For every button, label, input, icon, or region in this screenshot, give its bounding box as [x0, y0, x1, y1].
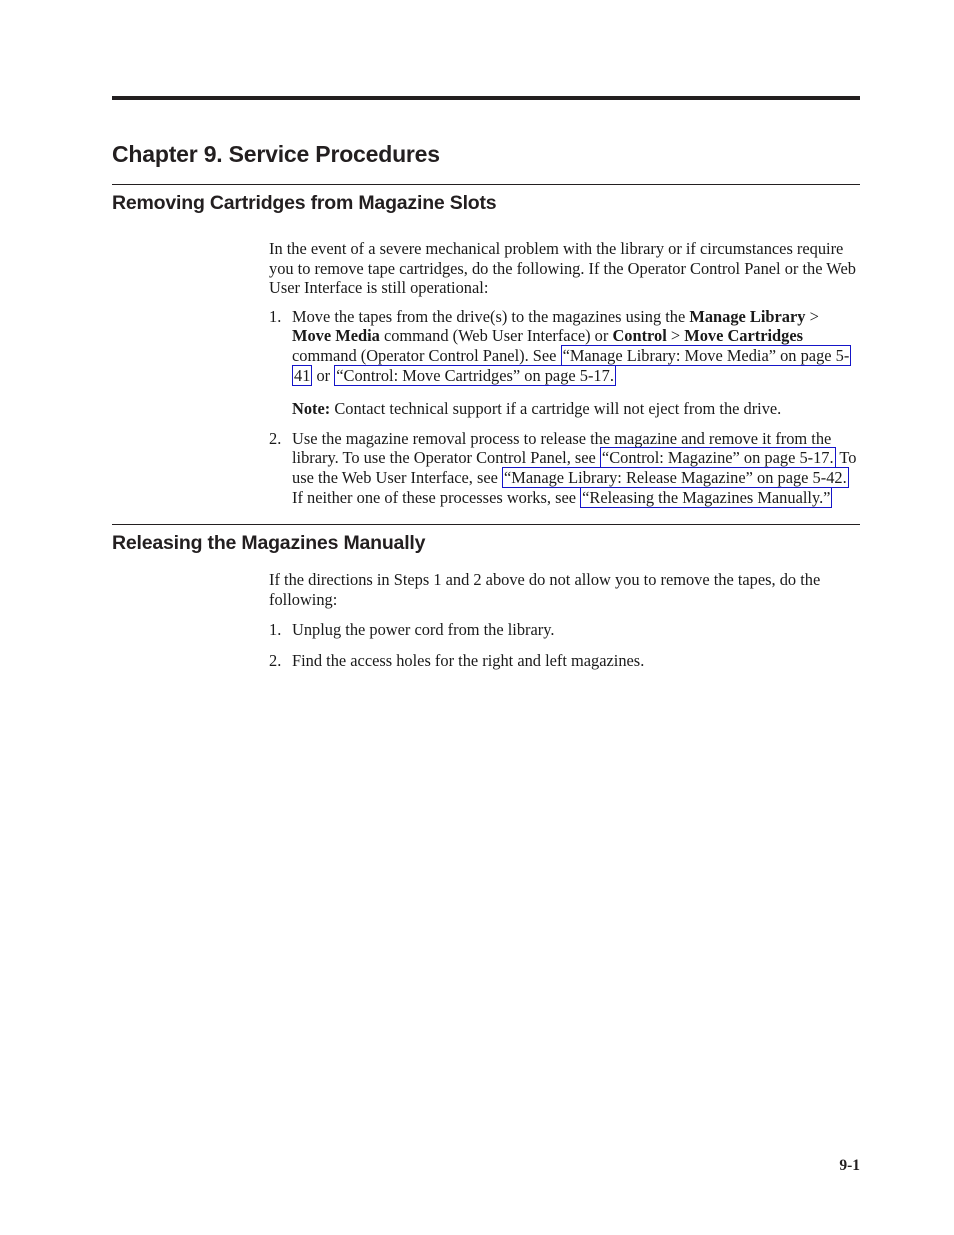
step-bold-manage-library: Manage Library: [689, 306, 806, 326]
list-marker: 2.: [269, 428, 282, 448]
step-text: >: [666, 326, 685, 346]
section-1-intro: In the event of a severe mechanical prob…: [269, 239, 856, 298]
step-text: >: [805, 306, 819, 326]
step-bold-move-media: Move Media: [292, 326, 380, 346]
link-control-magazine[interactable]: “Control: Magazine” on page 5-17.: [599, 447, 836, 469]
step-bold-move-cartridges: Move Cartridges: [684, 326, 804, 346]
list-item-step-1: 1. Move the tapes from the drive(s) to t…: [269, 306, 861, 386]
step-text: command (Web User Interface) or: [379, 326, 613, 346]
step-text: If neither one of these processes works,…: [292, 487, 581, 507]
page-number-folio: 9-1: [839, 1157, 860, 1174]
step-text: command (Operator Control Panel). See: [292, 345, 561, 365]
section-heading-removing-cartridges: Removing Cartridges from Magazine Slots: [112, 192, 497, 214]
section-heading-releasing-magazines: Releasing the Magazines Manually: [112, 532, 426, 554]
note-label: Note:: [292, 399, 331, 419]
section-1-body: In the event of a severe mechanical prob…: [269, 239, 861, 508]
section-rule-2: [112, 524, 860, 525]
note-text: Contact technical support if a cartridge…: [334, 399, 782, 419]
list-marker: 1.: [269, 620, 282, 640]
step-text: or: [312, 365, 335, 385]
list-item-manual-step-1: 1. Unplug the power cord from the librar…: [269, 620, 861, 640]
list-marker: 2.: [269, 650, 282, 670]
page-top-rule: [112, 96, 860, 100]
link-releasing-the-magazines-manually[interactable]: “Releasing the Magazines Manually.”: [580, 486, 833, 508]
section-2-intro: If the directions in Steps 1 and 2 above…: [269, 570, 821, 609]
section-2-body: If the directions in Steps 1 and 2 above…: [269, 570, 861, 670]
document-page: Chapter 9. Service Procedures Removing C…: [0, 0, 954, 1235]
manual-step-1-text: Unplug the power cord from the library.: [292, 620, 555, 640]
step-2-content: Use the magazine removal process to rele…: [292, 429, 856, 508]
section-rule-1: [112, 184, 860, 185]
manual-step-2-text: Find the access holes for the right and …: [292, 650, 645, 670]
list-item-manual-step-2: 2. Find the access holes for the right a…: [269, 651, 861, 671]
list-marker: 1.: [269, 306, 282, 326]
step-text: Move the tapes from the drive(s) to the …: [292, 306, 690, 326]
note-block: Note: Contact technical support if a car…: [269, 399, 861, 419]
list-item-step-2: 2. Use the magazine removal process to r…: [269, 428, 861, 508]
link-control-move-cartridges[interactable]: “Control: Move Cartridges” on page 5-17.: [334, 364, 616, 386]
step-1-content: Move the tapes from the drive(s) to the …: [292, 306, 852, 386]
link-manage-library-release-magazine[interactable]: “Manage Library: Release Magazine” on pa…: [502, 466, 849, 488]
chapter-title: Chapter 9. Service Procedures: [112, 141, 440, 167]
step-bold-control: Control: [612, 326, 667, 346]
